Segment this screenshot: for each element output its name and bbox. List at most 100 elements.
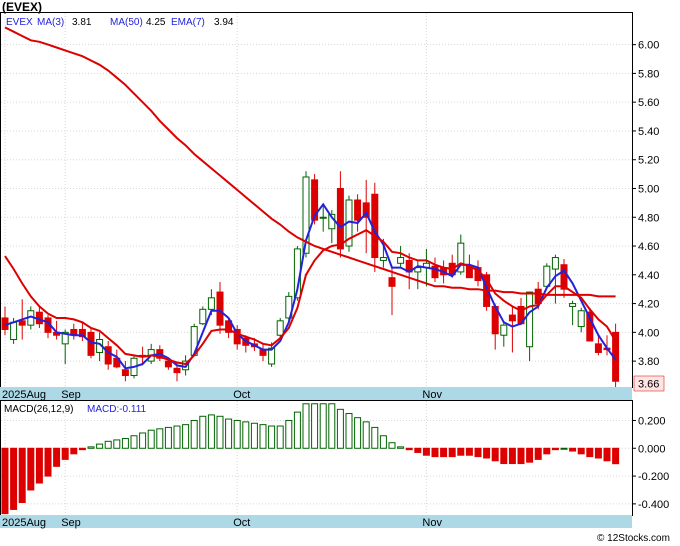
macd-bar (78, 447, 86, 451)
legend-ma50-value: 4.25 (146, 17, 166, 28)
macd-bar (603, 447, 611, 462)
candle-body (87, 331, 95, 356)
macd-bar (551, 447, 559, 451)
date-label: Oct (233, 389, 250, 401)
candle-body (569, 303, 577, 307)
macd-bar (483, 447, 491, 459)
macd-bar (207, 414, 215, 449)
macd-bar (293, 411, 301, 449)
macd-bar (345, 413, 353, 449)
macd-legend-label: MACD(26,12,9) (4, 404, 73, 415)
price-tick-label: 3.80 (638, 356, 659, 368)
macd-bar (233, 419, 241, 449)
macd-bar (440, 447, 448, 458)
price-tick-label: 4.40 (638, 270, 659, 282)
candle-body (276, 320, 284, 336)
macd-bar (508, 447, 516, 465)
macd-bar (18, 447, 26, 503)
macd-bar (225, 418, 233, 449)
macd-tick-label: 0.000 (638, 443, 666, 455)
candle-body (10, 321, 18, 341)
macd-bar (354, 417, 362, 449)
candle-body (551, 257, 559, 270)
candle-body (319, 216, 327, 219)
legend-ema7-value: 3.94 (214, 17, 234, 28)
candle-body (354, 199, 362, 221)
price-tick-label: 5.80 (638, 68, 659, 80)
candle-body (336, 187, 344, 250)
macd-bar (242, 421, 250, 449)
legend-ma3-label: MA(3) (37, 17, 64, 28)
legend-ema7-label: EMA(7) (171, 17, 205, 28)
macd-bar (379, 435, 387, 449)
macd-bar (156, 428, 164, 449)
macd-bar (526, 447, 534, 463)
candle-body (388, 277, 396, 287)
macd-bar (121, 438, 129, 449)
macd-bar (448, 447, 456, 458)
macd-bar (259, 424, 267, 449)
macd-bar (10, 447, 18, 510)
macd-tick-label: -0.400 (638, 499, 669, 511)
macd-bar (534, 447, 542, 460)
macd-bar (431, 447, 439, 458)
macd-bar (457, 447, 465, 456)
macd-bar (594, 447, 602, 459)
date-label: Nov (422, 517, 442, 529)
macd-bar (577, 447, 585, 455)
macd-legend-value: MACD:-0.111 (87, 404, 147, 415)
macd-bar (276, 425, 284, 449)
macd-bar (422, 447, 430, 456)
legend-ma3-value: 3.81 (72, 17, 92, 28)
candle-body (397, 257, 405, 264)
macd-tick-label: 0.200 (638, 415, 666, 427)
macd-bar (44, 447, 52, 477)
macd-bar (371, 426, 379, 449)
candle (199, 306, 207, 326)
chart-title: (EVEX) (2, 0, 42, 14)
macd-bar (517, 447, 525, 465)
macd-bar (113, 439, 121, 449)
macd-bar (388, 442, 396, 449)
candle-body (500, 324, 508, 336)
candle-body (379, 257, 387, 261)
macd-bar (414, 447, 422, 453)
date-label: 2025Aug (2, 389, 46, 401)
price-axis: 6.00 5.80 5.60 5.40 5.20 5.00 4.80 4.60 4.40 4.20… (632, 40, 659, 368)
price-tick-label: 5.40 (638, 126, 659, 138)
stock-chart: 6.00 5.80 5.60 5.40 5.20 5.00 4.80 4.60 4.40 4.20… (0, 0, 670, 544)
macd-bar (190, 419, 198, 449)
macd-bar (53, 447, 61, 467)
macd-bar (70, 447, 78, 455)
candle-body (526, 291, 534, 348)
macd-bar (199, 415, 207, 449)
macd-bar (405, 447, 413, 451)
date-label: Nov (422, 389, 442, 401)
last-price-label: 3.66 (638, 379, 659, 391)
macd-bar (612, 447, 620, 465)
candle-body (164, 360, 172, 368)
date-label: 2025Aug (2, 517, 46, 529)
macd-bar (543, 447, 551, 455)
macd-bar (560, 447, 568, 450)
macd-bar (362, 421, 370, 449)
date-label: Oct (233, 517, 250, 529)
price-date-axis-bar (0, 387, 632, 400)
candle-body (199, 308, 207, 325)
candle-body (207, 297, 215, 310)
macd-bar (27, 447, 35, 491)
legend-ticker: EVEX (6, 17, 33, 28)
macd-bar (311, 403, 319, 449)
macd-bar (139, 432, 147, 449)
price-tick-label: 5.00 (638, 183, 659, 195)
macd-bar (397, 446, 405, 449)
price-tick-label: 4.80 (638, 212, 659, 224)
macd-bar (491, 447, 499, 462)
price-tick-label: 5.60 (638, 97, 659, 109)
macd-date-axis-bar (0, 515, 632, 528)
macd-bar (96, 443, 104, 449)
price-legend: EVEX MA(3) 3.81 MA(50) 4.25 EMA(7) 3.94 (6, 17, 234, 28)
candle-body (594, 343, 602, 353)
macd-bar (328, 403, 336, 449)
macd-bar (182, 424, 190, 449)
